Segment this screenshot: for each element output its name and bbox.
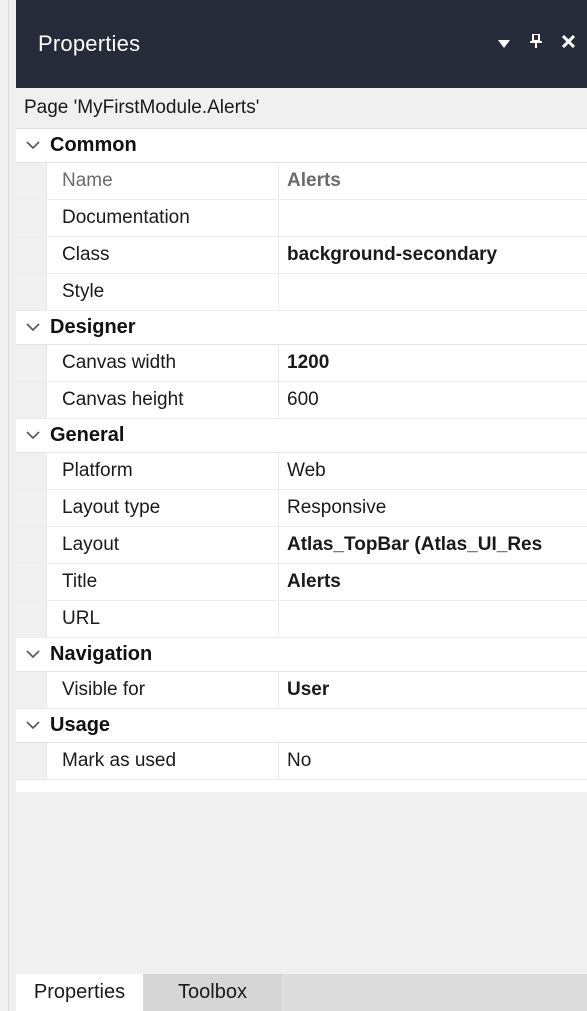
property-name: Layout bbox=[47, 527, 279, 563]
row-gutter bbox=[16, 200, 47, 236]
row-gutter bbox=[16, 237, 47, 273]
property-value[interactable]: No bbox=[279, 743, 587, 779]
row-gutter bbox=[16, 345, 47, 381]
dropdown-arrow-icon[interactable] bbox=[498, 35, 510, 53]
property-value[interactable]: Atlas_TopBar (Atlas_UI_Res bbox=[279, 527, 587, 563]
category-label: Common bbox=[50, 134, 137, 156]
category-designer[interactable]: Designer bbox=[16, 311, 587, 345]
chevron-down-icon[interactable] bbox=[16, 323, 50, 332]
property-value[interactable]: Responsive bbox=[279, 490, 587, 526]
chevron-down-icon[interactable] bbox=[16, 721, 50, 730]
row-gutter bbox=[16, 527, 47, 563]
property-name: Documentation bbox=[47, 200, 279, 236]
property-grid-empty-area bbox=[16, 792, 587, 974]
property-row-canvas-width[interactable]: Canvas width 1200 bbox=[16, 345, 587, 382]
property-row-layout-type[interactable]: Layout type Responsive bbox=[16, 490, 587, 527]
property-name: Canvas height bbox=[47, 382, 279, 418]
property-name: Style bbox=[47, 274, 279, 310]
row-gutter bbox=[16, 601, 47, 637]
property-name: URL bbox=[47, 601, 279, 637]
tab-toolbox[interactable]: Toolbox bbox=[143, 974, 282, 1011]
category-label: Usage bbox=[50, 714, 111, 736]
category-label: General bbox=[50, 424, 125, 446]
property-row-documentation[interactable]: Documentation bbox=[16, 200, 587, 237]
property-row-style[interactable]: Style bbox=[16, 274, 587, 311]
row-gutter bbox=[16, 382, 47, 418]
property-value[interactable]: 1200 bbox=[279, 345, 587, 381]
property-name: Title bbox=[47, 564, 279, 600]
property-value[interactable]: User bbox=[279, 672, 587, 708]
row-gutter bbox=[16, 453, 47, 489]
left-dock-edge bbox=[0, 0, 9, 1011]
selected-object-caption: Page 'MyFirstModule.Alerts' bbox=[16, 88, 587, 129]
property-value[interactable]: background-secondary bbox=[279, 237, 587, 273]
property-row-visible-for[interactable]: Visible for User bbox=[16, 672, 587, 709]
row-gutter bbox=[16, 490, 47, 526]
property-value[interactable] bbox=[279, 274, 587, 310]
property-value[interactable]: Web bbox=[279, 453, 587, 489]
property-name: Platform bbox=[47, 453, 279, 489]
row-gutter bbox=[16, 564, 47, 600]
property-row-mark-as-used[interactable]: Mark as used No bbox=[16, 743, 587, 780]
category-label: Designer bbox=[50, 316, 136, 338]
property-name: Class bbox=[47, 237, 279, 273]
chevron-down-icon[interactable] bbox=[16, 650, 50, 659]
property-name: Layout type bbox=[47, 490, 279, 526]
property-row-name[interactable]: Name Alerts bbox=[16, 163, 587, 200]
chevron-down-icon[interactable] bbox=[16, 141, 50, 150]
category-navigation[interactable]: Navigation bbox=[16, 638, 587, 672]
category-common[interactable]: Common bbox=[16, 129, 587, 163]
property-name: Canvas width bbox=[47, 345, 279, 381]
tab-properties[interactable]: Properties bbox=[16, 974, 143, 1011]
category-label: Navigation bbox=[50, 643, 153, 665]
titlebar-icons bbox=[498, 33, 576, 53]
property-grid: Common Name Alerts Documentation Class backgr… bbox=[16, 129, 587, 780]
row-gutter bbox=[16, 743, 47, 779]
property-row-class[interactable]: Class background-secondary bbox=[16, 237, 587, 274]
row-gutter bbox=[16, 163, 47, 199]
row-gutter bbox=[16, 274, 47, 310]
property-value[interactable]: Alerts bbox=[279, 163, 587, 199]
property-row-canvas-height[interactable]: Canvas height 600 bbox=[16, 382, 587, 419]
chevron-down-icon[interactable] bbox=[16, 431, 50, 440]
category-general[interactable]: General bbox=[16, 419, 587, 453]
property-name: Name bbox=[47, 163, 279, 199]
property-value[interactable]: Alerts bbox=[279, 564, 587, 600]
property-value[interactable] bbox=[279, 601, 587, 637]
panel-tabs: Properties Toolbox bbox=[16, 974, 587, 1011]
row-gutter bbox=[16, 672, 47, 708]
close-icon[interactable] bbox=[561, 34, 576, 53]
property-row-url[interactable]: URL bbox=[16, 601, 587, 638]
property-name: Mark as used bbox=[47, 743, 279, 779]
properties-panel: Properties Page 'MyFirstModule.Alerts' C… bbox=[16, 0, 587, 1011]
property-value[interactable] bbox=[279, 200, 587, 236]
pin-icon[interactable] bbox=[530, 33, 542, 53]
property-row-platform[interactable]: Platform Web bbox=[16, 453, 587, 490]
property-name: Visible for bbox=[47, 672, 279, 708]
property-value[interactable]: 600 bbox=[279, 382, 587, 418]
property-row-layout[interactable]: Layout Atlas_TopBar (Atlas_UI_Res bbox=[16, 527, 587, 564]
panel-titlebar: Properties bbox=[16, 0, 587, 88]
panel-title: Properties bbox=[38, 31, 141, 56]
property-row-title[interactable]: Title Alerts bbox=[16, 564, 587, 601]
category-usage[interactable]: Usage bbox=[16, 709, 587, 743]
